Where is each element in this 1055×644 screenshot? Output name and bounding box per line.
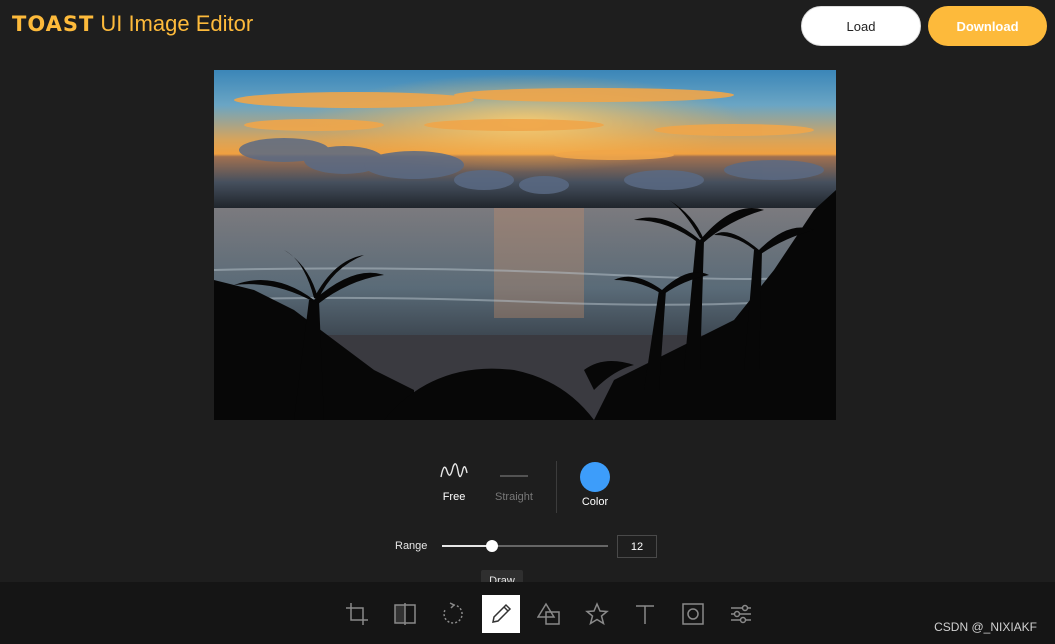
logo: TOAST UI Image Editor bbox=[12, 10, 253, 38]
draw-button[interactable] bbox=[482, 595, 520, 633]
submenu-divider bbox=[556, 461, 557, 513]
range-control: Range 12 bbox=[0, 535, 1055, 559]
beach-sunset-photo bbox=[214, 70, 836, 420]
logo-title-text: UI Image Editor bbox=[100, 11, 254, 36]
rotate-icon bbox=[443, 602, 463, 624]
filter-icon bbox=[731, 604, 751, 624]
bottom-toolbar: CSDN @_NIXIAKF bbox=[0, 582, 1055, 644]
color-picker[interactable]: Color bbox=[565, 455, 625, 508]
free-line-icon bbox=[440, 463, 468, 478]
image-canvas[interactable] bbox=[214, 70, 836, 420]
crop-button[interactable] bbox=[338, 595, 376, 633]
straight-label: Straight bbox=[495, 491, 533, 503]
range-label: Range bbox=[395, 540, 428, 552]
free-draw-option[interactable]: Free bbox=[424, 455, 484, 503]
text-icon bbox=[636, 605, 654, 624]
watermark-text: CSDN @_NIXIAKF bbox=[934, 620, 1037, 634]
flip-button[interactable] bbox=[386, 595, 424, 633]
straight-draw-option[interactable]: Straight bbox=[484, 455, 544, 503]
range-value-input[interactable]: 12 bbox=[617, 535, 657, 558]
mask-button[interactable] bbox=[674, 595, 712, 633]
color-label: Color bbox=[581, 496, 609, 508]
pencil-icon bbox=[492, 603, 512, 623]
range-slider[interactable] bbox=[442, 540, 608, 552]
draw-submenu: Free Straight Color bbox=[0, 455, 1055, 515]
header: TOAST UI Image Editor Load Download bbox=[0, 0, 1055, 54]
load-button[interactable]: Load bbox=[801, 6, 921, 46]
flip-icon bbox=[394, 603, 416, 625]
filter-button[interactable] bbox=[722, 595, 760, 633]
crop-icon bbox=[346, 603, 368, 625]
star-icon bbox=[585, 602, 609, 626]
free-label: Free bbox=[442, 491, 466, 503]
text-button[interactable] bbox=[626, 595, 664, 633]
straight-line-icon bbox=[500, 475, 528, 477]
logo-strong-text: TOAST bbox=[12, 12, 95, 36]
shape-icon bbox=[537, 602, 560, 625]
mask-icon bbox=[682, 603, 704, 625]
range-slider-thumb[interactable] bbox=[485, 540, 498, 552]
icon-button[interactable] bbox=[578, 595, 616, 633]
range-slider-fill bbox=[442, 545, 492, 547]
download-button[interactable]: Download bbox=[928, 6, 1047, 46]
shape-button[interactable] bbox=[530, 595, 568, 633]
rotate-button[interactable] bbox=[434, 595, 472, 633]
color-swatch[interactable] bbox=[580, 462, 610, 492]
